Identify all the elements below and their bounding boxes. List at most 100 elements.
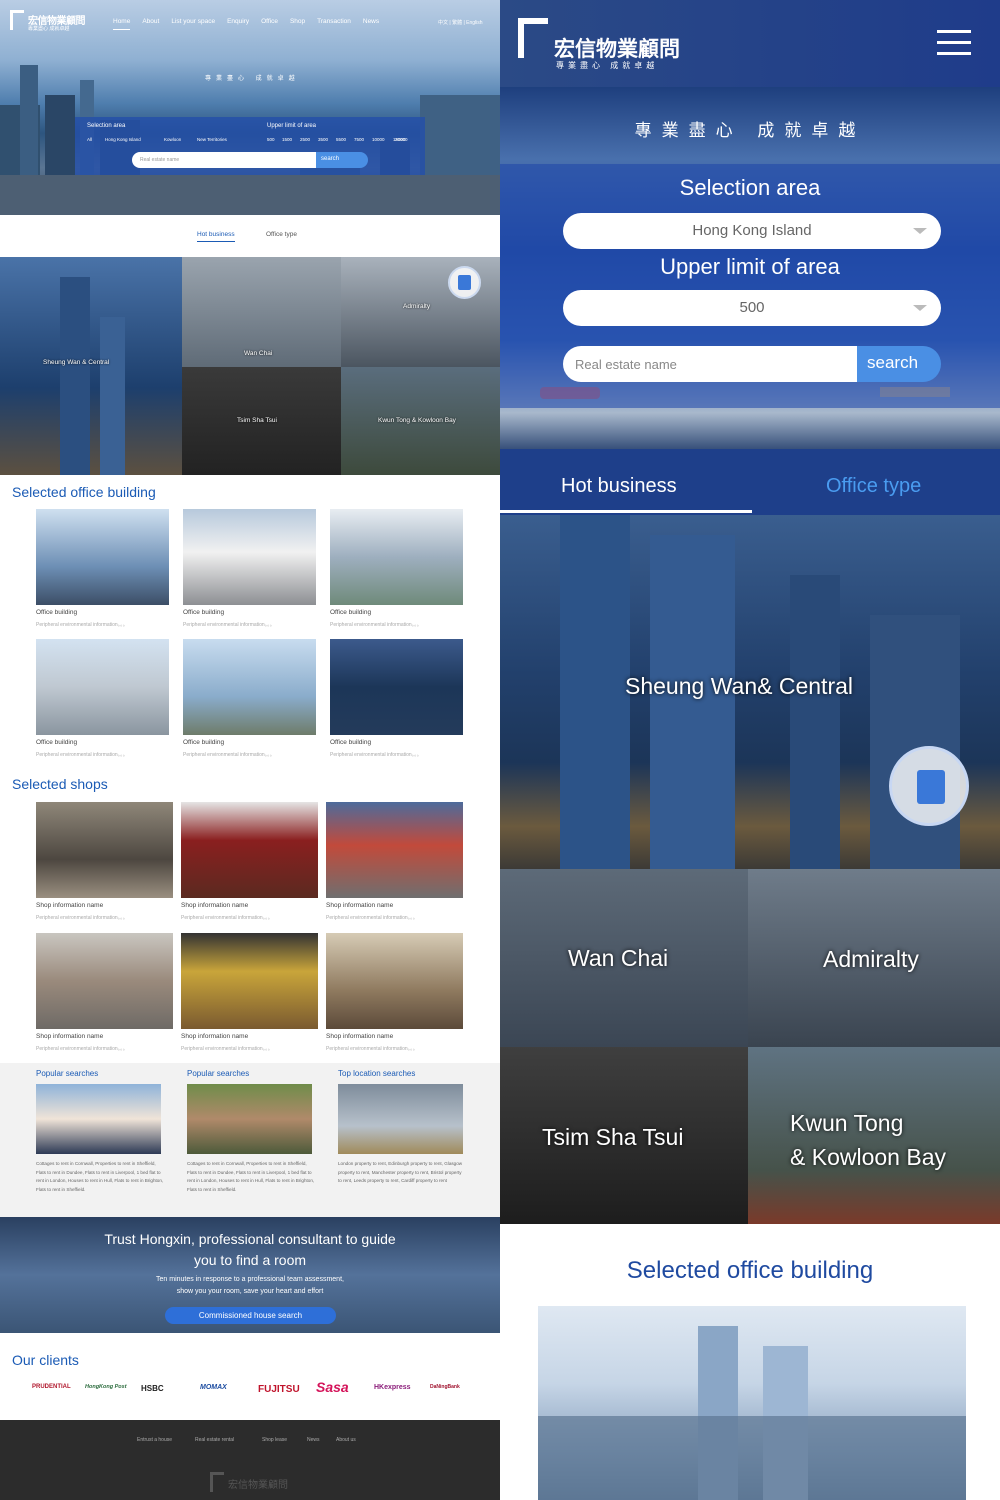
district-tile[interactable]: Kwun Tong & Kowloon Bay bbox=[341, 367, 500, 475]
popular-block: Popular searches Cottages to rent in Cor… bbox=[187, 1069, 315, 1194]
popular-text[interactable]: Cottages to rent in Cornwall, Properties… bbox=[36, 1160, 164, 1194]
mobile-logo-subtitle: 專業盡心 成就卓越 bbox=[556, 61, 659, 70]
office-card[interactable]: Office building Peripheral environmental … bbox=[183, 639, 316, 758]
office-card[interactable]: Office building Peripheral environmental … bbox=[330, 639, 463, 758]
limit-option[interactable]: 5500 bbox=[336, 137, 346, 142]
shop-card[interactable]: Shop information name Peripheral environm… bbox=[326, 933, 463, 1052]
nav-shop[interactable]: Shop bbox=[290, 18, 305, 30]
office-card[interactable]: Office building Peripheral environmental … bbox=[36, 509, 169, 628]
logo-mark-icon[interactable] bbox=[518, 18, 548, 58]
footer-link[interactable]: Entrust a house bbox=[137, 1437, 172, 1443]
client-logo: DaNingBank bbox=[430, 1384, 460, 1390]
tab-office-type[interactable]: Office type bbox=[826, 475, 921, 498]
footer-link[interactable]: Shop lease bbox=[262, 1437, 287, 1443]
popular-title: Popular searches bbox=[187, 1069, 250, 1078]
popular-title: Top location searches bbox=[338, 1069, 416, 1078]
district-tile[interactable]: Admiralty bbox=[748, 869, 1000, 1047]
language-switcher[interactable]: 中文 | 繁體 | English bbox=[438, 19, 483, 26]
footer-link[interactable]: About us bbox=[336, 1437, 356, 1443]
desktop-search-button[interactable]: search bbox=[316, 152, 368, 168]
selection-area-label: Selection area bbox=[87, 123, 126, 129]
nav-news[interactable]: News bbox=[363, 18, 379, 30]
office-card[interactable]: Office building Peripheral environmental … bbox=[36, 639, 169, 758]
district-tile[interactable]: Wan Chai bbox=[182, 257, 341, 367]
shop-card[interactable]: Shop information name Peripheral environm… bbox=[36, 933, 173, 1052]
popular-text[interactable]: London property to rent, Edinburgh prope… bbox=[338, 1160, 466, 1186]
area-option[interactable]: Kowloon bbox=[164, 137, 181, 142]
shop-title: Shop information name bbox=[181, 902, 249, 909]
footer-link[interactable]: Real estate rental bbox=[195, 1437, 234, 1443]
popular-block: Top location searches London property to… bbox=[338, 1069, 466, 1186]
shop-card[interactable]: Shop information name Peripheral environm… bbox=[181, 802, 318, 921]
nav-office[interactable]: Office bbox=[261, 18, 278, 30]
tab-office-type[interactable]: Office type bbox=[266, 231, 297, 238]
upper-limit-dropdown[interactable]: 500 bbox=[563, 290, 941, 326]
menu-icon[interactable] bbox=[937, 30, 971, 56]
office-sub: Peripheral environmental information。。。 bbox=[183, 622, 275, 628]
desktop-search-input[interactable]: Real estate name bbox=[132, 152, 316, 168]
shop-image bbox=[181, 933, 318, 1029]
office-card[interactable]: Office building Peripheral environmental … bbox=[183, 509, 316, 628]
office-image[interactable] bbox=[538, 1306, 966, 1500]
logo-subtitle: 專業盡心 成就卓越 bbox=[28, 26, 70, 32]
limit-option[interactable]: 3500 bbox=[318, 137, 328, 142]
nav-enquiry[interactable]: Enquiry bbox=[227, 18, 249, 30]
hero-slogan: 專業盡心 成就卓越 bbox=[205, 76, 300, 82]
calculator-icon[interactable] bbox=[448, 266, 481, 299]
office-title: Office building bbox=[183, 739, 225, 746]
office-image bbox=[330, 639, 463, 735]
limit-option[interactable]: 10000 bbox=[372, 137, 385, 142]
calculator-icon[interactable] bbox=[889, 746, 969, 826]
office-card[interactable]: Office building Peripheral environmental … bbox=[330, 509, 463, 628]
office-image bbox=[183, 509, 316, 605]
nav-list-space[interactable]: List your space bbox=[171, 18, 215, 30]
mobile-search-button[interactable]: search bbox=[857, 346, 941, 382]
nav-about[interactable]: About bbox=[142, 18, 159, 30]
popular-title: Popular searches bbox=[36, 1069, 99, 1078]
limit-option[interactable]: 7500 bbox=[354, 137, 364, 142]
popular-searches: Popular searches Cottages to rent in Cor… bbox=[0, 1063, 500, 1218]
tab-hot-business[interactable]: Hot business bbox=[561, 475, 677, 498]
limit-option[interactable]: 1500 bbox=[282, 137, 292, 142]
nav-home[interactable]: Home bbox=[113, 18, 131, 30]
district-tile[interactable]: Wan Chai bbox=[500, 869, 748, 1047]
desktop-logo[interactable]: 宏信物業顧問 專業盡心 成就卓越 bbox=[10, 10, 90, 34]
limit-option[interactable]: 2500 bbox=[300, 137, 310, 142]
limit-option[interactable]: 500 bbox=[267, 137, 275, 142]
popular-image bbox=[36, 1084, 161, 1154]
office-section-title: Selected office building bbox=[12, 484, 156, 500]
commission-search-button[interactable]: Commissioned house search bbox=[165, 1307, 336, 1324]
office-sub: Peripheral environmental information。。。 bbox=[36, 752, 128, 758]
office-sub: Peripheral environmental information。。。 bbox=[183, 752, 275, 758]
desktop-nav: Home About List your space Enquiry Offic… bbox=[113, 18, 493, 30]
shop-title: Shop information name bbox=[181, 1033, 249, 1040]
mobile-slogan: 專業盡心 成就卓越 bbox=[634, 121, 866, 140]
district-label: Sheung Wan & Central bbox=[43, 359, 110, 366]
area-option[interactable]: Hong Kong Island bbox=[105, 137, 141, 142]
district-label: Tsim Sha Tsui bbox=[237, 417, 277, 424]
shop-image bbox=[36, 933, 173, 1029]
shop-image bbox=[181, 802, 318, 898]
district-tile[interactable]: Tsim Sha Tsui bbox=[182, 367, 341, 475]
footer-link[interactable]: News bbox=[307, 1437, 320, 1443]
shop-title: Shop information name bbox=[326, 1033, 394, 1040]
district-tile[interactable]: Sheung Wan & Central bbox=[0, 257, 182, 475]
popular-text[interactable]: Cottages to rent in Cornwall, Properties… bbox=[187, 1160, 315, 1194]
area-option[interactable]: New Territories bbox=[197, 137, 227, 142]
district-tile[interactable]: Tsim Sha Tsui bbox=[500, 1047, 748, 1224]
nav-transaction[interactable]: Transaction bbox=[317, 18, 351, 30]
selection-area-dropdown[interactable]: Hong Kong Island bbox=[563, 213, 941, 249]
footer-logo-title: 宏信物業顧問 bbox=[228, 1480, 288, 1491]
popular-block: Popular searches Cottages to rent in Cor… bbox=[36, 1069, 164, 1194]
district-tile[interactable]: Kwun Tong & Kowloon Bay bbox=[748, 1047, 1000, 1224]
shop-card[interactable]: Shop information name Peripheral environm… bbox=[326, 802, 463, 921]
shop-card[interactable]: Shop information name Peripheral environm… bbox=[181, 933, 318, 1052]
limit-option-20000[interactable]: 20000 bbox=[395, 137, 408, 142]
tab-hot-business[interactable]: Hot business bbox=[197, 231, 235, 242]
office-title: Office building bbox=[36, 609, 78, 616]
area-option[interactable]: All bbox=[87, 137, 92, 142]
mobile-search-input[interactable]: Real estate name bbox=[563, 346, 857, 382]
shop-card[interactable]: Shop information name Peripheral environm… bbox=[36, 802, 173, 921]
district-label: Wan Chai bbox=[568, 945, 669, 971]
mobile-logo-title: 宏信物業顧問 bbox=[554, 38, 680, 61]
